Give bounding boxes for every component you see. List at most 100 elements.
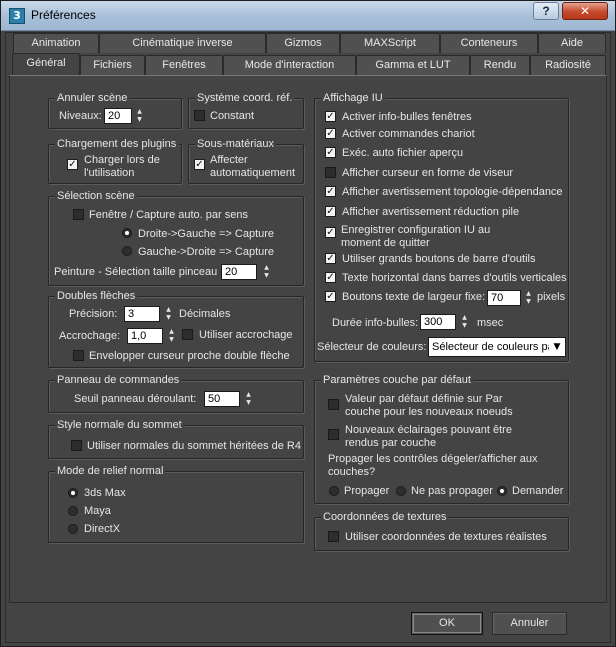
preferences-window: 3 Préférences ? ✕ Animation Cinématique … [0, 0, 616, 647]
propagate-radio[interactable] [329, 486, 339, 496]
title-bar[interactable]: 3 Préférences ? ✕ [1, 1, 615, 31]
wrap-cursor-label: Envelopper curseur proche double flèche [89, 350, 290, 362]
right-left-crossing-radio[interactable] [122, 228, 132, 238]
undo-levels-label: Niveaux: [59, 110, 102, 122]
tab-containers[interactable]: Conteneurs [440, 33, 538, 53]
spinner-up-icon[interactable]: ▲ [167, 328, 176, 336]
spinner-down-icon[interactable]: ▼ [167, 336, 176, 344]
group-title: Annuler scène [55, 91, 130, 105]
tab-general[interactable]: Général [12, 53, 80, 75]
do-not-propagate-label: Ne pas propager [411, 485, 493, 497]
auto-assign-checkbox[interactable]: ✓ [194, 159, 205, 170]
spinner-up-icon[interactable]: ▲ [244, 391, 253, 399]
left-right-crossing-label: Gauche->Droite => Capture [138, 246, 275, 258]
bump-mode-directx-radio[interactable] [68, 524, 78, 534]
spinner-up-icon[interactable]: ▲ [460, 314, 469, 322]
ui-display-checkbox[interactable]: ✓ [325, 253, 336, 264]
ui-display-checkbox[interactable]: ✓ [325, 147, 336, 158]
auto-window-crossing-label: Fenêtre / Capture auto. par sens [89, 209, 248, 221]
close-button[interactable]: ✕ [562, 2, 608, 20]
undo-levels-input[interactable]: 20 [104, 108, 132, 124]
paint-brush-size-spinner[interactable]: ▲ ▼ [262, 264, 271, 280]
group-title: Paramètres couche par défaut [321, 373, 473, 387]
ui-display-checkbox[interactable]: ✓ [325, 206, 336, 217]
default-by-layer-checkbox[interactable] [328, 399, 339, 410]
constant-checkbox[interactable] [194, 110, 205, 121]
spinner-down-icon[interactable]: ▼ [244, 399, 253, 407]
ui-display-checkbox[interactable] [325, 167, 336, 178]
ui-display-label: Texte horizontal dans barres d'outils ve… [342, 272, 567, 284]
cancel-button[interactable]: Annuler [492, 612, 567, 635]
precision-spinner[interactable]: ▲ ▼ [164, 306, 173, 322]
spinner-up-icon[interactable]: ▲ [524, 290, 533, 298]
ui-display-checkbox[interactable]: ✓ [325, 227, 336, 238]
group-title: Sous-matériaux [195, 137, 277, 151]
group-title: Panneau de commandes [55, 373, 182, 387]
real-world-coords-checkbox[interactable] [328, 531, 339, 542]
paint-brush-size-input[interactable]: 20 [221, 264, 257, 280]
ui-display-checkbox[interactable]: ✓ [325, 272, 336, 283]
chevron-down-icon[interactable]: ▼ [549, 338, 565, 356]
tab-animation[interactable]: Animation [13, 33, 99, 53]
bump-mode-maya-radio[interactable] [68, 506, 78, 516]
tab-help[interactable]: Aide [538, 33, 606, 53]
group-title: Chargement des plugins [55, 137, 179, 151]
spinner-up-icon[interactable]: ▲ [262, 264, 271, 272]
tab-inverse-kinematics[interactable]: Cinématique inverse [99, 33, 266, 53]
ask-radio[interactable] [497, 486, 507, 496]
tab-gizmos[interactable]: Gizmos [266, 33, 340, 53]
ui-display-checkbox[interactable]: ✓ [325, 186, 336, 197]
auto-window-crossing-checkbox[interactable] [73, 209, 84, 220]
ui-display-checkbox[interactable]: ✓ [325, 128, 336, 139]
spinner-down-icon[interactable]: ▼ [460, 322, 469, 330]
tab-files[interactable]: Fichiers [80, 55, 145, 75]
group-title: Système coord. réf. [195, 91, 295, 105]
spinner-down-icon[interactable]: ▼ [524, 298, 533, 306]
spinner-up-icon[interactable]: ▲ [164, 306, 173, 314]
legacy-normals-checkbox[interactable] [71, 440, 82, 451]
color-selector-dropdown[interactable]: Sélecteur de couleurs pa ▼ [428, 337, 566, 357]
group-title: Style normale du sommet [55, 418, 184, 432]
load-on-use-checkbox[interactable]: ✓ [67, 159, 78, 170]
color-selector-label: Sélecteur de couleurs: [317, 341, 427, 353]
help-button[interactable]: ? [533, 2, 559, 20]
spinner-down-icon[interactable]: ▼ [164, 314, 173, 322]
do-not-propagate-radio[interactable] [396, 486, 406, 496]
tooltip-duration-input[interactable]: 300 [420, 314, 456, 330]
use-snap-label: Utiliser accrochage [199, 329, 293, 341]
tab-interaction-mode[interactable]: Mode d'interaction [223, 55, 356, 75]
tooltip-duration-spinner[interactable]: ▲ ▼ [460, 314, 469, 330]
tab-rendering[interactable]: Rendu [470, 55, 530, 75]
bump-mode-3dsmax-radio[interactable] [68, 488, 78, 498]
left-right-crossing-radio[interactable] [122, 246, 132, 256]
rollout-threshold-spinner[interactable]: ▲ ▼ [244, 391, 253, 407]
rollout-threshold-input[interactable]: 50 [204, 391, 240, 407]
spinner-down-icon[interactable]: ▼ [135, 116, 144, 124]
tab-viewports[interactable]: Fenêtres [145, 55, 223, 75]
new-lights-checkbox[interactable] [328, 429, 339, 440]
ok-button[interactable]: OK [411, 612, 483, 635]
tab-radiosity[interactable]: Radiosité [530, 55, 606, 75]
spinner-down-icon[interactable]: ▼ [262, 272, 271, 280]
default-by-layer-label: Valeur par défaut définie sur Par couche… [345, 393, 513, 418]
fixed-width-checkbox[interactable]: ✓ [325, 291, 336, 302]
snap-input[interactable]: 1,0 [127, 328, 163, 344]
load-on-use-label: Charger lors de l'utilisation [84, 154, 160, 179]
wrap-cursor-checkbox[interactable] [73, 350, 84, 361]
precision-input[interactable]: 3 [124, 306, 160, 322]
group-title: Mode de relief normal [55, 464, 166, 478]
decimals-label: Décimales [179, 308, 231, 320]
bump-mode-maya-label: Maya [84, 505, 111, 517]
fixed-width-input[interactable]: 70 [487, 290, 521, 306]
snap-spinner[interactable]: ▲ ▼ [167, 328, 176, 344]
tab-gamma-lut[interactable]: Gamma et LUT [356, 55, 470, 75]
spinner-up-icon[interactable]: ▲ [135, 108, 144, 116]
use-snap-checkbox[interactable] [182, 329, 193, 340]
propagate-label: Propager [344, 485, 390, 497]
ui-display-checkbox[interactable]: ✓ [325, 111, 336, 122]
fixed-width-spinner[interactable]: ▲ ▼ [524, 290, 533, 306]
bump-mode-3dsmax-label: 3ds Max [84, 487, 126, 499]
precision-label: Précision: [69, 308, 118, 320]
tab-maxscript[interactable]: MAXScript [340, 33, 440, 53]
undo-levels-spinner[interactable]: ▲ ▼ [135, 108, 144, 124]
